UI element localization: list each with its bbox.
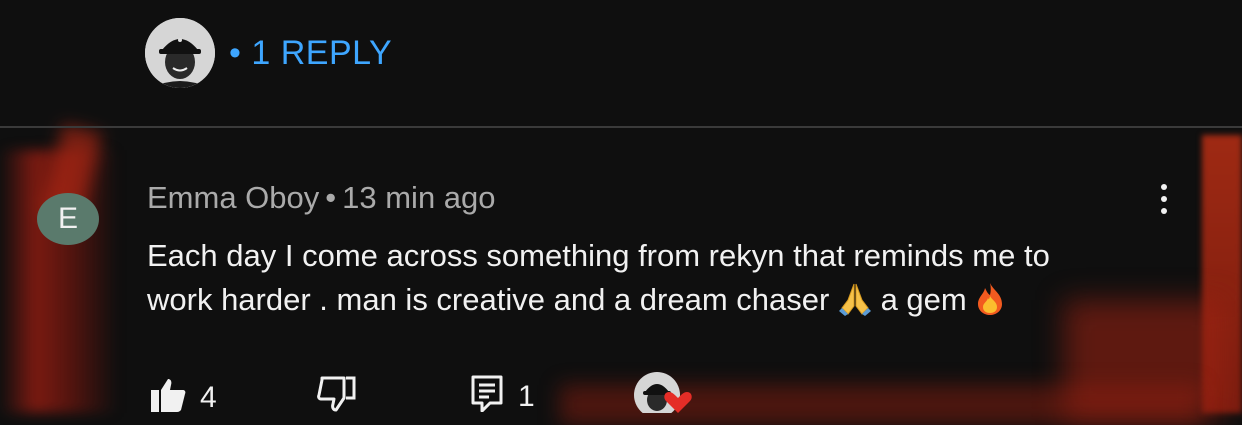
praying-hands-emoji (838, 282, 872, 328)
replies-label: 1 REPLY (251, 33, 393, 72)
comment-text-line-2-part-b: a gem (880, 282, 967, 317)
thumb-down-icon (316, 376, 356, 420)
fire-emoji (975, 282, 1005, 328)
replies-row[interactable]: • 1 REPLY (145, 18, 392, 88)
view-replies-link[interactable]: • 1 REPLY (229, 34, 392, 73)
thumb-up-icon (150, 376, 186, 420)
meta-separator: • (325, 180, 337, 215)
more-vert-icon[interactable] (1153, 184, 1175, 224)
comment-text-line-2-part-a: work harder . man is creative and a drea… (147, 282, 830, 317)
reply-button[interactable]: 1 (470, 374, 535, 420)
creator-avatar (145, 18, 215, 88)
comment-actions: 4 1 (0, 370, 1242, 418)
replies-bullet: • (229, 33, 242, 72)
creator-heart-avatar (632, 370, 694, 421)
comment-time[interactable]: 13 min ago (342, 180, 495, 215)
dislike-button[interactable] (316, 376, 356, 420)
like-button[interactable]: 4 (150, 376, 217, 420)
creator-heart-badge (632, 370, 694, 421)
comment-text-line-1: Each day I come across something from re… (147, 238, 1050, 273)
comment-text: Each day I come across something from re… (147, 234, 1207, 328)
divider (0, 126, 1242, 128)
commenter-avatar[interactable]: E (37, 193, 99, 245)
avatar-initial: E (57, 202, 78, 235)
comment-meta: Emma Oboy • 13 min ago (147, 180, 496, 216)
comment-author[interactable]: Emma Oboy (147, 180, 319, 215)
comment-text-line-2: work harder . man is creative and a drea… (147, 278, 1207, 328)
comment-icon (470, 374, 504, 420)
reply-count: 1 (518, 380, 535, 413)
like-count: 4 (200, 381, 217, 414)
